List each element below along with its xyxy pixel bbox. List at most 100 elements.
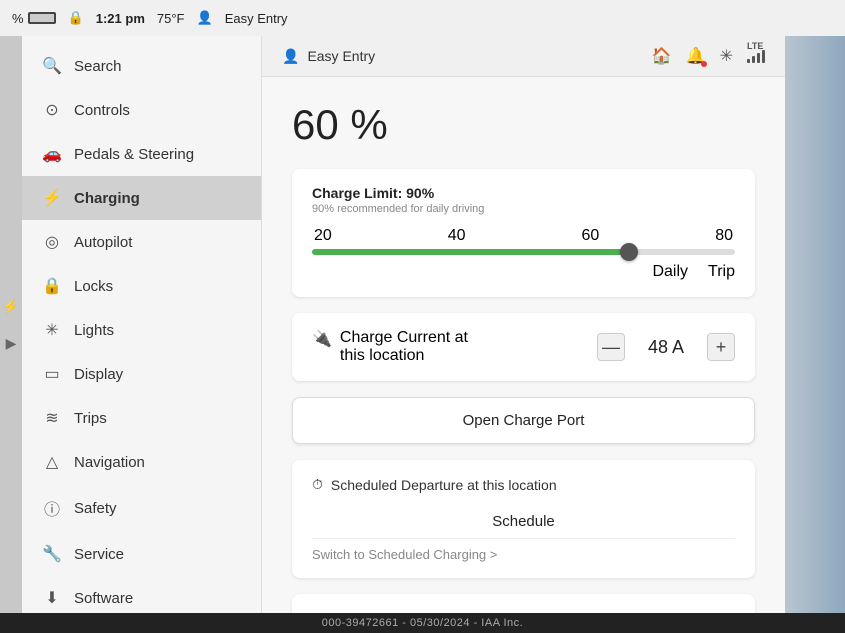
sidebar-item-display[interactable]: ▭ Display (22, 352, 261, 396)
pedals-icon: 🚗 (42, 144, 62, 164)
charge-increase-button[interactable]: + (707, 333, 735, 361)
charge-slider[interactable] (312, 249, 735, 255)
sidebar-item-trips[interactable]: ≋ Trips (22, 396, 261, 440)
status-easy-entry: Easy Entry (225, 11, 288, 26)
bell-icon[interactable]: 🔔 (686, 46, 706, 66)
notification-dot (701, 61, 707, 67)
lock-icon: 🔒 (68, 10, 84, 26)
last-paid-section: Last Paid Charging Session $9.92 Ypsilan… (292, 594, 755, 613)
search-icon: 🔍 (42, 56, 62, 76)
signal-indicator: LTE (747, 49, 765, 63)
sidebar-item-service[interactable]: 🔧 Service (22, 532, 261, 576)
status-user-icon: 👤 (197, 10, 213, 26)
slider-fill (312, 249, 629, 255)
slider-labels: Daily Trip (312, 263, 735, 281)
play-icon[interactable]: ▶ (6, 335, 17, 352)
bottom-bar: 000-39472661 - 05/30/2024 - IAA Inc. (0, 613, 845, 633)
slider-track (312, 249, 735, 255)
status-time: 1:21 pm (96, 11, 145, 26)
sidebar-item-autopilot[interactable]: ◎ Autopilot (22, 220, 261, 264)
trips-icon: ≋ (42, 408, 62, 428)
software-icon: ⬇ (42, 588, 62, 608)
sidebar-item-safety[interactable]: ⓘ Safety (22, 484, 261, 532)
charge-percent: 60 % (292, 101, 755, 149)
battery-pct: % (12, 11, 24, 26)
charge-current-text: Charge Current at this location (340, 329, 468, 365)
controls-icon: ⊙ (42, 100, 62, 120)
open-charge-port-button[interactable]: Open Charge Port (292, 397, 755, 444)
sidebar-item-charging[interactable]: ⚡ Charging (22, 176, 261, 220)
charge-current-section: 🔌 Charge Current at this location — 48 A… (292, 313, 755, 381)
star-icon[interactable]: ✳ (720, 46, 733, 66)
tick-60: 60 (581, 227, 599, 245)
charging-content: 60 % Charge Limit: 90% 90% recommended f… (262, 77, 785, 613)
charge-decrease-button[interactable]: — (597, 333, 625, 361)
main-area: ⚡ ▶ 🔍 Search ⊙ Controls 🚗 Pedals & Steer… (0, 36, 845, 613)
sidebar-label-navigation: Navigation (74, 454, 145, 471)
content-header-right: 🏠 🔔 ✳ LTE (652, 46, 765, 66)
bolt-icon: ⚡ (2, 298, 19, 315)
sidebar: 🔍 Search ⊙ Controls 🚗 Pedals & Steering … (22, 36, 262, 613)
status-temp: 75°F (157, 11, 185, 26)
main-content: 👤 Easy Entry 🏠 🔔 ✳ LTE (262, 36, 785, 613)
charge-limit-section: Charge Limit: 90% 90% recommended for da… (292, 169, 755, 297)
sidebar-label-display: Display (74, 366, 123, 383)
sidebar-label-lights: Lights (74, 322, 114, 339)
right-edge (785, 36, 845, 613)
sidebar-label-trips: Trips (74, 410, 107, 427)
content-header: 👤 Easy Entry 🏠 🔔 ✳ LTE (262, 36, 785, 77)
switch-scheduled-link[interactable]: Switch to Scheduled Charging > (312, 547, 735, 562)
signal-bar-2 (752, 56, 755, 63)
signal-bars (747, 49, 765, 63)
navigation-icon: △ (42, 452, 62, 472)
locks-icon: 🔒 (42, 276, 62, 296)
lights-icon: ✳ (42, 320, 62, 340)
charge-limit-sublabel: 90% recommended for daily driving (312, 203, 735, 215)
sidebar-label-service: Service (74, 546, 124, 563)
trip-label: Trip (708, 263, 735, 281)
sidebar-item-lights[interactable]: ✳ Lights (22, 308, 261, 352)
autopilot-icon: ◎ (42, 232, 62, 252)
sidebar-label-locks: Locks (74, 278, 113, 295)
charge-limit-label: Charge Limit: 90% (312, 185, 735, 201)
sidebar-item-locks[interactable]: 🔒 Locks (22, 264, 261, 308)
slider-thumb[interactable] (620, 243, 638, 261)
sidebar-item-software[interactable]: ⬇ Software (22, 576, 261, 613)
sidebar-item-pedals[interactable]: 🚗 Pedals & Steering (22, 132, 261, 176)
schedule-button[interactable]: Schedule (312, 505, 735, 539)
safety-icon: ⓘ (42, 496, 62, 520)
scheduled-departure-section: ⏱ Scheduled Departure at this location S… (292, 460, 755, 578)
clock-icon: ⏱ (312, 476, 323, 493)
service-icon: 🔧 (42, 544, 62, 564)
sidebar-label-controls: Controls (74, 102, 130, 119)
sidebar-label-safety: Safety (74, 500, 117, 517)
page-title: Easy Entry (307, 48, 375, 64)
signal-bar-3 (757, 53, 760, 63)
tick-40: 40 (448, 227, 466, 245)
charge-current-label: 🔌 Charge Current at this location (312, 329, 468, 365)
sidebar-item-navigation[interactable]: △ Navigation (22, 440, 261, 484)
display-icon: ▭ (42, 364, 62, 384)
sidebar-label-autopilot: Autopilot (74, 234, 132, 251)
charging-icon: ⚡ (42, 188, 62, 208)
sidebar-label-charging: Charging (74, 190, 140, 207)
sidebar-item-controls[interactable]: ⊙ Controls (22, 88, 261, 132)
slider-ticks: 20 40 60 80 (312, 227, 735, 245)
daily-label: Daily (652, 263, 688, 281)
charge-current-value: 48 A (641, 337, 691, 358)
status-bar: % 🔒 1:21 pm 75°F 👤 Easy Entry (0, 0, 845, 36)
signal-bar-4 (762, 50, 765, 63)
charge-current-controls: — 48 A + (597, 333, 735, 361)
home-icon[interactable]: 🏠 (652, 46, 672, 66)
lte-label: LTE (747, 41, 763, 51)
battery-indicator: % (12, 11, 56, 26)
sidebar-item-search[interactable]: 🔍 Search (22, 44, 261, 88)
tick-20: 20 (314, 227, 332, 245)
left-bolt-strip: ⚡ ▶ (0, 36, 22, 613)
sidebar-label-pedals: Pedals & Steering (74, 146, 194, 163)
scheduled-title: ⏱ Scheduled Departure at this location (312, 476, 735, 493)
bottom-bar-text: 000-39472661 - 05/30/2024 - IAA Inc. (322, 617, 523, 629)
sidebar-label-search: Search (74, 58, 122, 75)
content-header-left: 👤 Easy Entry (282, 48, 375, 65)
user-icon: 👤 (282, 48, 299, 65)
